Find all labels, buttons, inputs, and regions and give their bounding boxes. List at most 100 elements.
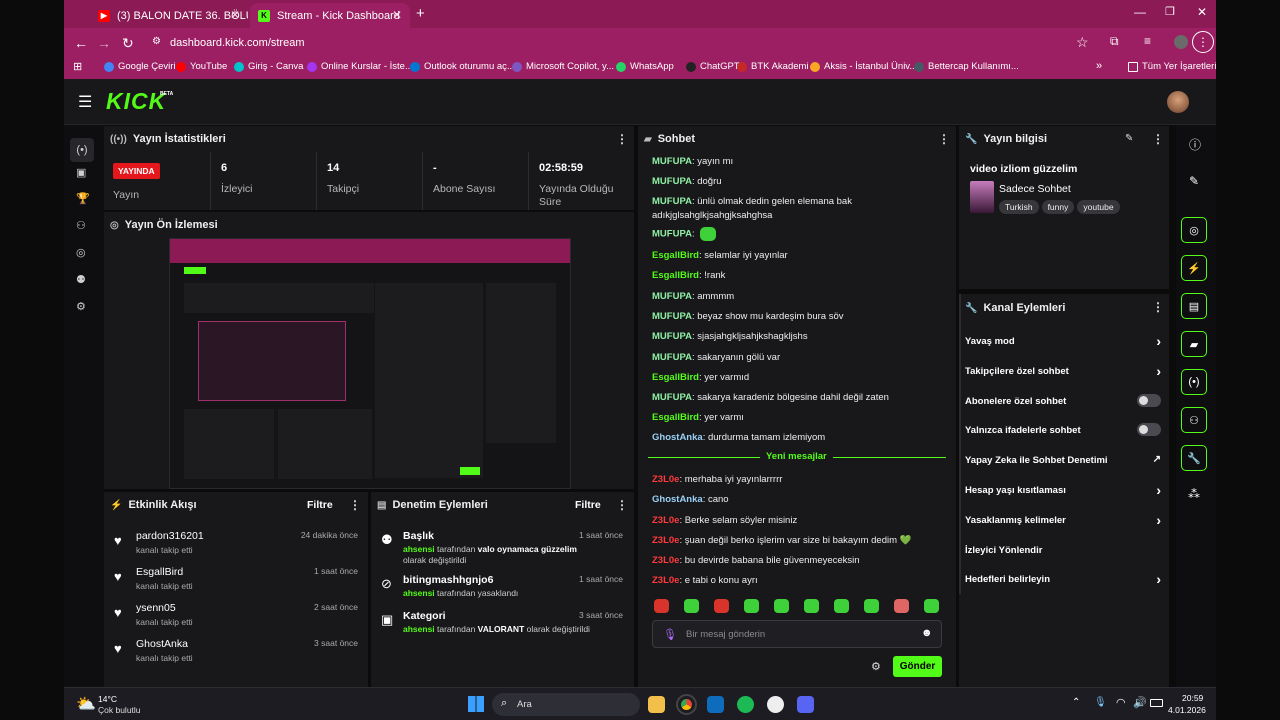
pencil-icon[interactable]: ✎	[1189, 174, 1199, 188]
chat-input[interactable]: 🎙 Bir mesaj gönderin ☻	[652, 620, 942, 648]
info-icon[interactable]: ⓘ	[1189, 136, 1201, 153]
close-window-button[interactable]: ✕	[1197, 5, 1207, 19]
outlook-icon[interactable]	[707, 696, 724, 713]
more-options-icon[interactable]: ⋮	[1152, 132, 1164, 146]
chat-username[interactable]: MUFUPA	[652, 229, 692, 240]
reload-icon[interactable]: ↻	[122, 35, 134, 52]
camera-tool-icon[interactable]: ◎	[1181, 217, 1207, 243]
activity-item[interactable]: ♥ pardon316201 kanalı takip etti 24 dakika …	[114, 530, 358, 560]
chat-tool-icon[interactable]: ▰	[1181, 331, 1207, 357]
trophy-nav-icon[interactable]: 🏆	[76, 192, 90, 205]
bookmark-star-icon[interactable]: ☆	[1076, 34, 1089, 51]
moderator-name[interactable]: ahsensi	[403, 544, 435, 554]
bolt-tool-icon[interactable]: ⚡	[1181, 255, 1207, 281]
moderator-name[interactable]: ahsensi	[403, 588, 435, 598]
emote-button[interactable]	[894, 599, 909, 613]
emote-button[interactable]	[744, 599, 759, 613]
emote-button[interactable]	[834, 599, 849, 613]
activity-user[interactable]: EsgallBird	[136, 566, 183, 578]
bookmark[interactable]: Bettercap Kullanımı...	[914, 61, 1019, 72]
document-tool-icon[interactable]: ▤	[1181, 293, 1207, 319]
apps-tool-icon[interactable]: ⁂	[1188, 487, 1200, 501]
more-options-icon[interactable]: ⋮	[616, 132, 628, 146]
emote-button[interactable]	[654, 599, 669, 613]
chat-username[interactable]: EsgallBird	[652, 412, 699, 423]
chat-username[interactable]: GhostAnka	[652, 432, 703, 443]
more-options-icon[interactable]: ⋮	[1152, 300, 1164, 314]
clock-time[interactable]: 20:59	[1182, 693, 1203, 703]
send-button[interactable]: Gönder	[893, 656, 942, 677]
channel-action-item[interactable]: Takipçilere özel sohbet ›	[965, 363, 1161, 380]
channel-action-item[interactable]: Yalnızca ifadelerle sohbet	[965, 423, 1161, 439]
chrome-icon[interactable]	[676, 694, 697, 715]
chat-username[interactable]: MUFUPA	[652, 392, 692, 403]
emote-button[interactable]	[864, 599, 879, 613]
maximize-button[interactable]: ❐	[1165, 5, 1175, 18]
channel-action-item[interactable]: Abonelere özel sohbet	[965, 393, 1161, 410]
activity-user[interactable]: ysenn05	[136, 602, 176, 614]
chat-username[interactable]: Z3L0e	[652, 575, 679, 586]
bookmark[interactable]: Microsoft Copilot, y...	[512, 61, 614, 72]
chat-username[interactable]: MUFUPA	[652, 291, 692, 302]
bookmark[interactable]: Online Kurslar - İste...	[307, 61, 413, 72]
wrench-tool-icon[interactable]: 🔧	[1181, 445, 1207, 471]
tag[interactable]: youtube	[1077, 200, 1120, 214]
toggle-switch[interactable]	[1137, 393, 1161, 407]
profile-icon[interactable]	[1174, 35, 1188, 49]
address-bar[interactable]: ⚙ dashboard.kick.com/stream	[144, 31, 1144, 54]
channel-action-item[interactable]: Yasaklanmış kelimeler ›	[965, 512, 1161, 529]
activity-item[interactable]: ♥ ysenn05 kanalı takip etti 2 saat önce	[114, 602, 358, 632]
bookmark[interactable]: ChatGPT	[686, 61, 740, 72]
close-icon[interactable]: ✕	[230, 8, 240, 22]
emote-button[interactable]	[714, 599, 729, 613]
bookmark[interactable]: Outlook oturumu aç...	[410, 61, 515, 72]
taskbar-search[interactable]: ⌕ Ara	[492, 693, 640, 716]
chat-username[interactable]: Z3L0e	[652, 535, 679, 546]
emoji-icon[interactable]: ☻	[921, 627, 933, 639]
activity-item[interactable]: ♥ EsgallBird kanalı takip etti 1 saat önce	[114, 566, 358, 596]
mic-icon[interactable]: 🎙	[663, 628, 677, 641]
filter-button[interactable]: Filtre	[307, 499, 333, 511]
chat-username[interactable]: MUFUPA	[652, 331, 692, 342]
battery-icon[interactable]	[1150, 699, 1163, 707]
toggle-switch[interactable]	[1137, 423, 1161, 437]
chat-username[interactable]: Z3L0e	[652, 555, 679, 566]
discord-icon[interactable]	[797, 696, 814, 713]
filter-button[interactable]: Filtre	[575, 499, 601, 511]
emote-button[interactable]	[774, 599, 789, 613]
analytics-nav-icon[interactable]: ▣	[76, 166, 86, 179]
emote-button[interactable]	[924, 599, 939, 613]
moderator-name[interactable]: ahsensi	[403, 624, 435, 634]
more-bookmarks-icon[interactable]: »	[1096, 60, 1102, 72]
apps-icon[interactable]: ⊞	[73, 60, 82, 73]
hamburger-menu-icon[interactable]: ☰	[78, 92, 92, 112]
more-options-icon[interactable]: ⋮	[616, 498, 628, 512]
chat-username[interactable]: MUFUPA	[652, 196, 692, 207]
chat-username[interactable]: EsgallBird	[652, 372, 699, 383]
more-options-icon[interactable]: ⋮	[349, 498, 361, 512]
chat-username[interactable]: MUFUPA	[652, 156, 692, 167]
chat-username[interactable]: Z3L0e	[652, 515, 679, 526]
media-icon[interactable]: ≡	[1144, 34, 1151, 48]
moderation-tool-icon[interactable]: ⚇	[1181, 407, 1207, 433]
channel-action-item[interactable]: Hedefleri belirleyin ›	[965, 571, 1161, 588]
mic-tray-icon[interactable]: 🎙	[1094, 697, 1107, 708]
activity-user[interactable]: GhostAnka	[136, 638, 188, 650]
bookmark[interactable]: Google Çeviri	[104, 61, 176, 72]
chat-username[interactable]: EsgallBird	[652, 270, 699, 281]
user-avatar[interactable]	[1167, 91, 1189, 113]
bookmark[interactable]: Aksis - İstanbul Üniv...	[810, 61, 917, 72]
tag[interactable]: Turkish	[999, 200, 1039, 214]
broadcast-tool-icon[interactable]: (•)	[1181, 369, 1207, 395]
emote-button[interactable]	[684, 599, 699, 613]
github-icon[interactable]	[767, 696, 784, 713]
activity-user[interactable]: pardon316201	[136, 530, 204, 542]
bookmark[interactable]: BTK Akademi	[737, 61, 809, 72]
spotify-icon[interactable]	[737, 696, 754, 713]
close-icon[interactable]: ✕	[392, 8, 402, 22]
site-info-icon[interactable]: ⚙	[152, 36, 161, 47]
community-nav-icon[interactable]: ⚇	[76, 219, 86, 232]
activity-item[interactable]: ♥ GhostAnka kanalı takip etti 3 saat önce	[114, 638, 358, 668]
extensions-icon[interactable]: ⧉	[1110, 34, 1119, 49]
chat-username[interactable]: GhostAnka	[652, 494, 703, 505]
